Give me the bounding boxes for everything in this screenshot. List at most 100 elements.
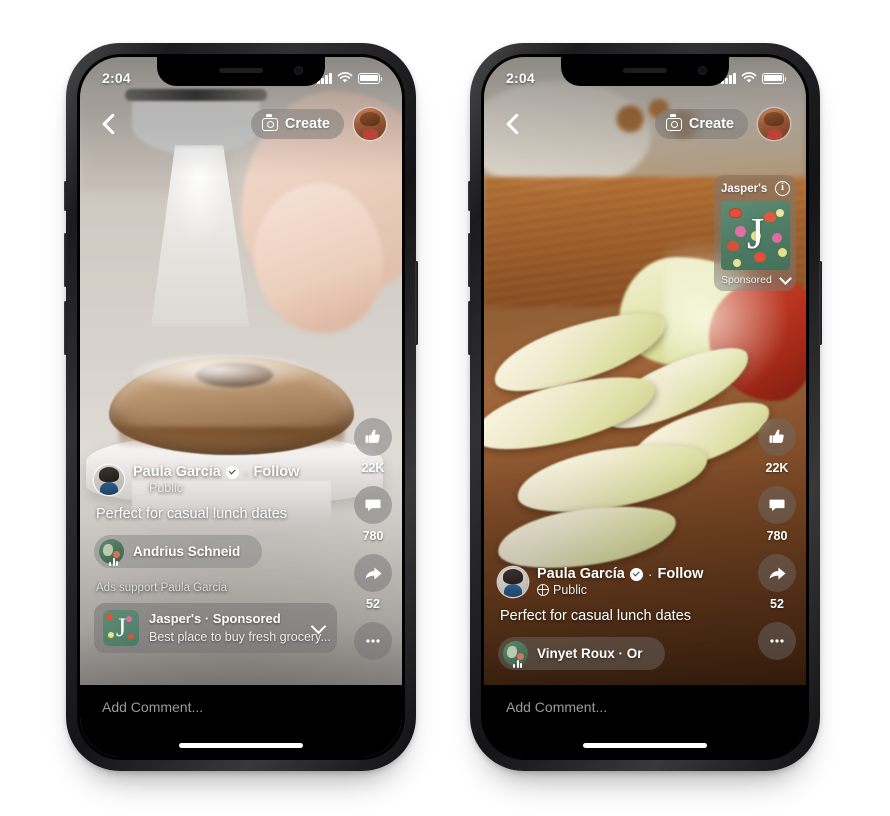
- verified-badge-icon: [629, 567, 643, 581]
- share-button[interactable]: [758, 554, 796, 592]
- mute-switch[interactable]: [64, 181, 67, 211]
- volume-up-button[interactable]: [468, 233, 471, 287]
- back-chevron-icon[interactable]: [500, 111, 526, 137]
- ellipsis-icon: [770, 639, 784, 643]
- ad-thumb-berry: [727, 241, 740, 252]
- ad-thumb-berry: [764, 212, 777, 223]
- ads-support-label: Ads support Paula Garcia: [96, 582, 228, 594]
- like-button[interactable]: [354, 418, 392, 456]
- audio-attribution-pill[interactable]: Vinyet Roux · Or: [498, 637, 665, 670]
- sponsored-label: Sponsored: [721, 274, 772, 286]
- globe-icon: [132, 481, 145, 494]
- author-avatar[interactable]: [498, 566, 528, 597]
- privacy-row: Public: [536, 583, 703, 597]
- more-options-button[interactable]: [758, 622, 796, 660]
- comment-count: 780: [362, 529, 384, 543]
- globe-icon: [536, 583, 549, 596]
- author-row: Paula García · Follow Public: [498, 566, 792, 597]
- phone-bezel-left: 2:04 Create 22K 780 52 Paula García · Fo…: [77, 54, 405, 760]
- create-button[interactable]: Create: [250, 109, 344, 139]
- camera-icon: [261, 114, 278, 131]
- profile-avatar[interactable]: [354, 108, 386, 140]
- info-circle-icon[interactable]: i: [775, 181, 790, 196]
- phone-device-left: 2:04 Create 22K 780 52 Paula García · Fo…: [64, 43, 418, 771]
- like-count: 22K: [361, 461, 385, 475]
- back-chevron-icon[interactable]: [96, 111, 122, 137]
- more-action: [354, 622, 392, 660]
- status-bar-time: 2:04: [102, 70, 131, 86]
- share-arrow-icon: [769, 567, 786, 579]
- cake-sugar-dusting: [131, 355, 319, 391]
- follow-button[interactable]: Follow: [658, 566, 704, 582]
- ad-card-footer: Sponsored: [721, 271, 792, 286]
- volume-up-button[interactable]: [64, 233, 67, 287]
- author-avatar[interactable]: [94, 464, 124, 495]
- mute-switch[interactable]: [468, 181, 471, 211]
- follow-button[interactable]: Follow: [254, 464, 300, 480]
- comment-count: 780: [766, 529, 788, 543]
- device-notch: [561, 57, 729, 86]
- comment-button[interactable]: [354, 486, 392, 524]
- earpiece-speaker: [623, 68, 667, 73]
- volume-down-button[interactable]: [64, 301, 67, 355]
- author-meta: Paula García · Follow Public: [536, 566, 703, 597]
- wifi-icon: [337, 72, 353, 83]
- privacy-label: Public: [553, 583, 588, 597]
- author-name: Paula García: [537, 566, 625, 582]
- hand-lower: [253, 183, 383, 333]
- sponsored-ad-bar[interactable]: J Jasper's · Sponsored Best place to buy…: [94, 603, 337, 653]
- ad-thumb-dot: [777, 247, 787, 257]
- more-action: [758, 622, 796, 660]
- power-button[interactable]: [819, 261, 822, 345]
- ad-thumb-dot: [776, 209, 785, 218]
- audio-attribution-label: Andrius Schneid: [133, 544, 241, 559]
- action-rail: 22K 780 52: [354, 418, 392, 667]
- home-indicator[interactable]: [179, 743, 303, 748]
- status-bar-time: 2:04: [506, 70, 535, 86]
- comment-button[interactable]: [758, 486, 796, 524]
- comment-bubble-icon: [769, 499, 785, 512]
- audio-attribution-wrap: Andrius Schneid: [94, 522, 388, 569]
- sponsor-thumb-berry: [105, 614, 113, 621]
- status-bar-indicators: [317, 72, 383, 84]
- audio-attribution-pill[interactable]: Andrius Schneid: [94, 535, 263, 568]
- chevron-down-icon[interactable]: [779, 271, 792, 285]
- volume-down-button[interactable]: [468, 301, 471, 355]
- ad-logo-letter: J: [746, 209, 765, 259]
- post-caption: Perfect for casual lunch dates: [500, 608, 692, 624]
- create-button-label: Create: [284, 116, 330, 132]
- author-meta: Paula García · Follow Public: [132, 464, 299, 495]
- home-indicator[interactable]: [583, 743, 707, 748]
- post-caption: Perfect for casual lunch dates: [96, 506, 288, 522]
- author-name-line: Paula García · Follow: [537, 566, 703, 582]
- front-camera: [698, 66, 707, 75]
- phone-screen-left: 2:04 Create 22K 780 52 Paula García · Fo…: [80, 57, 402, 757]
- add-comment-input[interactable]: Add Comment...: [506, 699, 784, 715]
- create-button[interactable]: Create: [654, 109, 748, 139]
- share-arrow-icon: [365, 567, 382, 579]
- share-action: 52: [758, 554, 796, 611]
- phone-device-right: 2:04 Create Jasper's i J Sponsored 22K 7…: [468, 43, 822, 771]
- add-comment-input[interactable]: Add Comment...: [102, 699, 380, 715]
- top-navigation-bar: Create: [80, 103, 402, 145]
- like-button[interactable]: [758, 418, 796, 456]
- more-options-button[interactable]: [354, 622, 392, 660]
- camera-icon: [665, 114, 682, 131]
- status-bar-indicators: [721, 72, 787, 84]
- ad-brand-name: Jasper's: [721, 182, 768, 195]
- audio-attribution-wrap: Vinyet Roux · Or: [498, 624, 792, 671]
- thumbs-up-icon: [365, 429, 380, 443]
- author-name-line: Paula García · Follow: [133, 464, 299, 480]
- ad-thumb-berry: [729, 207, 743, 218]
- share-button[interactable]: [354, 554, 392, 592]
- battery-icon: [358, 72, 383, 84]
- ad-thumb-dot: [733, 258, 742, 267]
- battery-icon: [762, 72, 787, 84]
- audio-equalizer-icon: [109, 557, 119, 566]
- screenshot-stage: 2:04 Create 22K 780 52 Paula García · Fo…: [0, 0, 890, 816]
- audio-equalizer-icon: [513, 659, 523, 668]
- sponsor-logo-letter: J: [115, 613, 127, 642]
- sponsored-ad-card[interactable]: Jasper's i J Sponsored: [714, 175, 796, 291]
- profile-avatar[interactable]: [758, 108, 790, 140]
- power-button[interactable]: [415, 261, 418, 345]
